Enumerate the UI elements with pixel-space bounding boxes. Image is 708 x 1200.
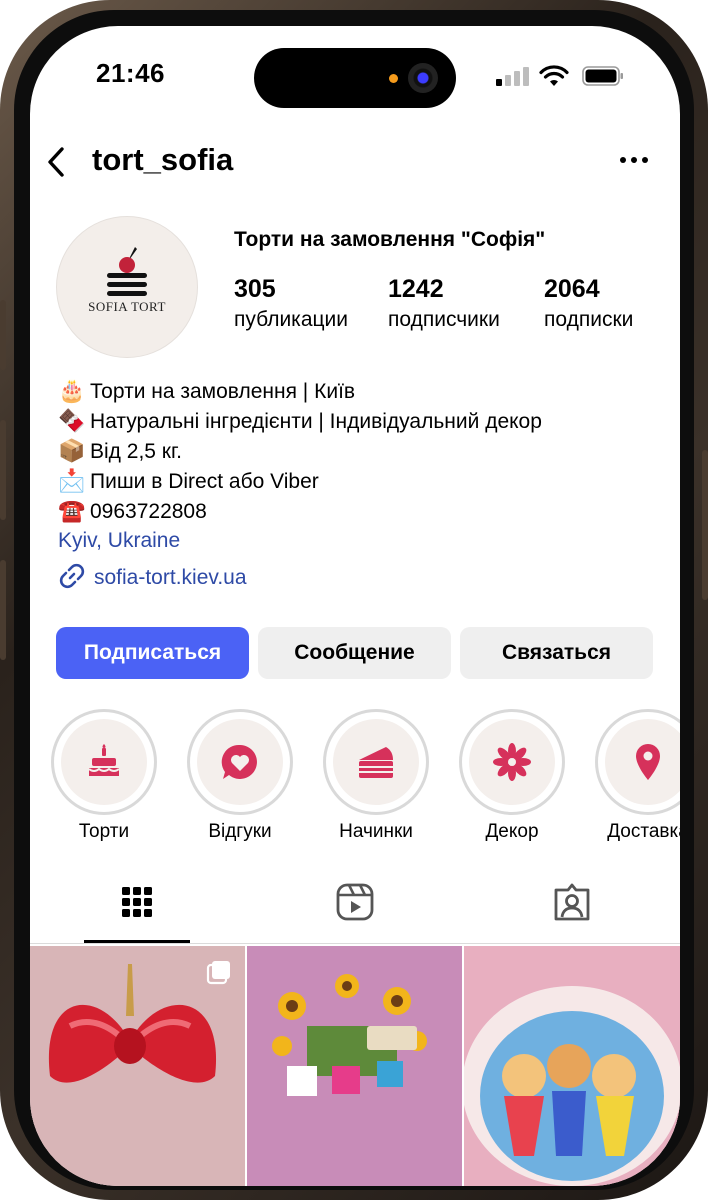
multiple-images-icon	[206, 961, 230, 985]
location-link[interactable]: Kyiv, Ukraine	[58, 526, 658, 556]
highlight-label: Начинки	[339, 821, 413, 842]
back-icon[interactable]	[42, 144, 72, 180]
bio-line: 🍫 Натуральні інгредієнти | Індивідуальний…	[58, 406, 658, 436]
stat-posts-label: публикации	[234, 308, 348, 331]
bio-line-text: Торти на замовлення | Київ	[90, 380, 356, 403]
status-time: 21:46	[96, 58, 165, 88]
stat-posts-value: 305	[234, 275, 276, 303]
stat-following[interactable]: 2064 подписки	[544, 274, 633, 334]
screen: 21:46 tort_sofia SOFIA TORT Торти на зам…	[30, 26, 680, 1186]
profile-username: tort_sofia	[92, 142, 234, 177]
birthday-cake-icon: 🎂	[58, 378, 86, 403]
follow-button[interactable]: Подписаться	[56, 627, 249, 679]
highlight-ring[interactable]	[595, 709, 680, 815]
phone-side-button	[702, 450, 708, 600]
highlight-ring[interactable]	[459, 709, 565, 815]
stat-followers-value: 1242	[388, 275, 444, 303]
post-image	[247, 946, 462, 1186]
phone-side-button	[0, 560, 6, 660]
message-button[interactable]: Сообщение	[258, 627, 451, 679]
stat-following-label: подписки	[544, 308, 634, 331]
reels-icon[interactable]	[335, 882, 375, 922]
camera-icon	[408, 63, 438, 93]
highlight-label: Доставка	[607, 821, 680, 842]
post-thumbnail[interactable]	[464, 946, 680, 1186]
chocolate-icon: 🍫	[58, 408, 86, 433]
dynamic-island	[254, 48, 456, 108]
highlight-nachynky[interactable]: Начинки	[323, 709, 429, 843]
website-link-text: sofia-tort.kiev.ua	[94, 566, 247, 589]
post-image	[464, 946, 680, 1186]
telephone-icon: ☎️	[58, 498, 86, 523]
post-thumbnail[interactable]	[247, 946, 462, 1186]
highlight-vidhuky[interactable]: Відгуки	[187, 709, 293, 843]
envelope-icon: 📩	[58, 468, 86, 493]
stat-posts[interactable]: 305 публикации	[234, 274, 348, 334]
package-icon: 📦	[58, 438, 86, 463]
bio-line-text: Пиши в Direct або Viber	[90, 470, 319, 493]
chat-heart-icon	[221, 744, 257, 779]
cake-icon	[88, 744, 120, 776]
bio-line: 📦 Від 2,5 кг.	[58, 436, 658, 466]
highlight-torty[interactable]: Торти	[51, 709, 157, 843]
highlight-dekor[interactable]: Декор	[459, 709, 565, 843]
highlight-ring[interactable]	[187, 709, 293, 815]
highlight-label: Декор	[485, 821, 539, 842]
bio-line-text: Натуральні інгредієнти | Індивідуальний …	[90, 410, 542, 433]
bio-phone-number: 0963722808	[90, 500, 207, 523]
flower-icon	[493, 743, 531, 781]
stat-following-value: 2064	[544, 275, 600, 303]
highlight-label: Відгуки	[208, 821, 272, 842]
profile-bio: 🎂 Торти на замовлення | Київ 🍫 Натуральні …	[58, 376, 658, 556]
bio-line: ☎️ 0963722808	[58, 496, 658, 526]
post-thumbnail[interactable]	[30, 946, 245, 1186]
wifi-icon	[539, 65, 569, 86]
phone-side-button	[0, 420, 6, 520]
tagged-user-icon[interactable]	[552, 882, 592, 922]
grid-icon[interactable]	[117, 882, 157, 922]
tabs-divider	[30, 943, 680, 944]
cake-logo-icon	[107, 247, 147, 296]
highlight-label: Торти	[78, 821, 130, 842]
highlight-ring[interactable]	[51, 709, 157, 815]
highlight-ring[interactable]	[323, 709, 429, 815]
privacy-indicator	[389, 74, 398, 83]
cake-slice-icon	[359, 747, 393, 778]
bio-line: 🎂 Торти на замовлення | Київ	[58, 376, 658, 406]
highlight-dostavka[interactable]: Доставка	[595, 709, 680, 843]
battery-icon	[582, 66, 623, 86]
cellular-signal-icon	[496, 67, 530, 86]
more-options-icon[interactable]	[618, 154, 650, 166]
stat-followers-label: подписчики	[388, 308, 500, 331]
profile-display-name: Торти на замовлення "Софія"	[234, 228, 546, 251]
avatar[interactable]: SOFIA TORT	[56, 216, 198, 358]
bio-line-text: Від 2,5 кг.	[90, 440, 182, 463]
location-pin-icon	[636, 744, 660, 780]
website-link[interactable]: sofia-tort.kiev.ua	[58, 562, 247, 590]
avatar-brand-text: SOFIA TORT	[88, 299, 166, 314]
link-icon	[59, 563, 85, 589]
bio-line: 📩 Пиши в Direct або Viber	[58, 466, 658, 496]
contact-button[interactable]: Связаться	[460, 627, 653, 679]
phone-side-button	[0, 300, 6, 370]
stat-followers[interactable]: 1242 подписчики	[388, 274, 500, 334]
